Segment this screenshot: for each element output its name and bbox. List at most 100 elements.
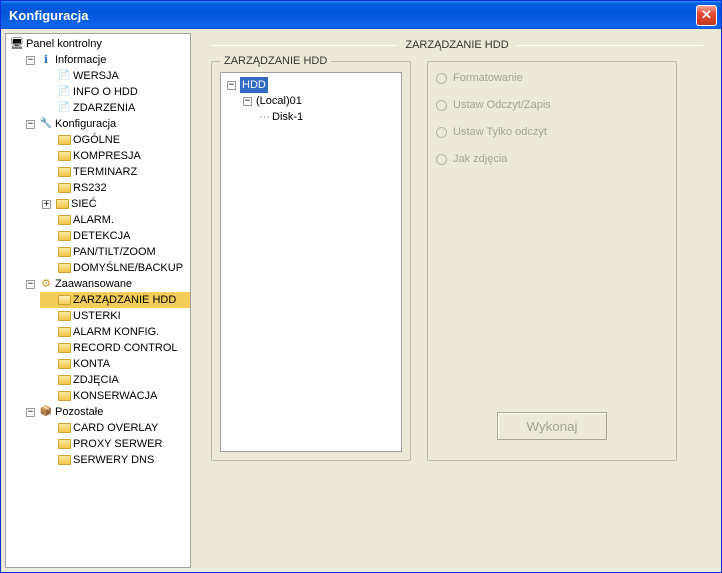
tree-item-usterki[interactable]: USTERKI — [40, 308, 190, 324]
tree-root[interactable]: Panel kontrolny — [8, 36, 190, 52]
tree-label: DETEKCJA — [73, 228, 130, 244]
content-area: Panel kontrolny − Informacje WERSJA INF — [1, 29, 721, 572]
tree-label: OGÓLNE — [73, 132, 120, 148]
folder-icon — [58, 391, 71, 401]
page-icon — [57, 69, 71, 83]
tree-item-hdd-mgmt[interactable]: ZARZĄDZANIE HDD — [40, 292, 190, 308]
page-title: ZARZĄDZANIE HDD — [405, 39, 508, 51]
collapse-icon[interactable]: − — [26, 56, 35, 65]
tree-item-dns[interactable]: SERWERY DNS — [40, 452, 190, 468]
folder-icon — [58, 455, 71, 465]
gear-icon — [39, 277, 53, 291]
folder-icon — [58, 375, 71, 385]
tree-leaf-icon: ··· — [259, 109, 270, 125]
folder-icon — [58, 135, 71, 145]
tree-item-record[interactable]: RECORD CONTROL — [40, 340, 190, 356]
tree-label: ZARZĄDZANIE HDD — [73, 292, 176, 308]
tree-item-zdjecia[interactable]: ZDJĘCIA — [40, 372, 190, 388]
hdd-options-fieldset: Formatowanie Ustaw Odczyt/Zapis Ustaw Ty… — [427, 61, 677, 461]
tree-label: PAN/TILT/ZOOM — [73, 244, 156, 260]
hdd-tree-fieldset: ZARZĄDZANIE HDD − HDD — [211, 61, 411, 461]
tree-label: SERWERY DNS — [73, 452, 154, 468]
tree-item-siec[interactable]: +SIEĆ — [40, 196, 190, 212]
radio-format[interactable]: Formatowanie — [436, 72, 668, 85]
collapse-icon[interactable]: − — [26, 120, 35, 129]
radio-rw[interactable]: Ustaw Odczyt/Zapis — [436, 99, 668, 112]
hdd-local-label: (Local)01 — [256, 93, 302, 109]
tree-label: RECORD CONTROL — [73, 340, 178, 356]
window-title: Konfiguracja — [9, 8, 696, 23]
tree-item-konta[interactable]: KONTA — [40, 356, 190, 372]
hdd-root[interactable]: − HDD — [225, 77, 397, 93]
config-window: Konfiguracja ✕ Panel kontrolny − — [0, 0, 722, 573]
tree-group-info[interactable]: − Informacje — [24, 52, 190, 68]
folder-icon — [58, 215, 71, 225]
tree-item-ptz[interactable]: PAN/TILT/ZOOM — [40, 244, 190, 260]
radio-label: Formatowanie — [453, 72, 523, 85]
tree-label: ZDJĘCIA — [73, 372, 119, 388]
tree-group-konfig[interactable]: − Konfiguracja — [24, 116, 190, 132]
tree-item-proxy[interactable]: PROXY SERWER — [40, 436, 190, 452]
tools-icon — [39, 117, 53, 131]
tree-label: Panel kontrolny — [26, 36, 102, 52]
folder-open-icon — [58, 295, 71, 305]
tree-item-kompresja[interactable]: KOMPRESJA — [40, 148, 190, 164]
tree-label: Zaawansowane — [55, 276, 132, 292]
tree-item-wersja[interactable]: WERSJA — [40, 68, 190, 84]
page-icon — [57, 101, 71, 115]
folder-icon — [58, 183, 71, 193]
collapse-icon[interactable]: − — [26, 280, 35, 289]
radio-icon — [436, 127, 447, 138]
tree-item-alarm-konfig[interactable]: ALARM KONFIG. — [40, 324, 190, 340]
radio-icon — [436, 154, 447, 165]
tree-item-rs232[interactable]: RS232 — [40, 180, 190, 196]
tree-label: INFO O HDD — [73, 84, 138, 100]
folder-icon — [58, 359, 71, 369]
folder-icon — [58, 231, 71, 241]
radio-icon — [436, 100, 447, 111]
radio-label: Ustaw Odczyt/Zapis — [453, 99, 551, 112]
box-icon — [39, 405, 53, 419]
fieldset-legend: ZARZĄDZANIE HDD — [220, 55, 331, 67]
folder-icon — [58, 263, 71, 273]
radio-snapshot[interactable]: Jak zdjęcia — [436, 153, 668, 166]
collapse-icon[interactable]: − — [243, 97, 252, 106]
folder-icon — [58, 439, 71, 449]
expand-icon[interactable]: + — [42, 200, 51, 209]
execute-button[interactable]: Wykonaj — [497, 412, 607, 440]
folder-icon — [58, 247, 71, 257]
tree-item-alarm[interactable]: ALARM. — [40, 212, 190, 228]
tree-item-card[interactable]: CARD OVERLAY — [40, 420, 190, 436]
hdd-root-label: HDD — [240, 77, 268, 93]
tree-group-other[interactable]: − Pozostałe — [24, 404, 190, 420]
folder-icon — [58, 311, 71, 321]
hdd-disk[interactable]: ··· Disk-1 — [257, 109, 397, 125]
tree-label: ZDARZENIA — [73, 100, 135, 116]
close-button[interactable]: ✕ — [696, 5, 717, 26]
radio-ro[interactable]: Ustaw Tylko odczyt — [436, 126, 668, 139]
tree-label: ALARM KONFIG. — [73, 324, 159, 340]
folder-icon — [58, 423, 71, 433]
tree-item-zdarzenia[interactable]: ZDARZENIA — [40, 100, 190, 116]
tree-label: RS232 — [73, 180, 107, 196]
radio-label: Ustaw Tylko odczyt — [453, 126, 547, 139]
main-panel: ZARZĄDZANIE HDD ZARZĄDZANIE HDD − HDD — [197, 33, 717, 568]
tree-item-ogolne[interactable]: OGÓLNE — [40, 132, 190, 148]
nav-tree[interactable]: Panel kontrolny − Informacje WERSJA INF — [5, 33, 191, 568]
collapse-icon[interactable]: − — [227, 81, 236, 90]
hdd-tree[interactable]: − HDD − (Local)01 — [220, 72, 402, 452]
folder-icon — [58, 327, 71, 337]
titlebar[interactable]: Konfiguracja ✕ — [1, 1, 721, 29]
tree-item-detekcja[interactable]: DETEKCJA — [40, 228, 190, 244]
folder-icon — [58, 343, 71, 353]
info-icon — [39, 53, 53, 67]
tree-group-adv[interactable]: − Zaawansowane — [24, 276, 190, 292]
page-icon — [57, 85, 71, 99]
hdd-local[interactable]: − (Local)01 — [241, 93, 397, 109]
tree-item-info-hdd[interactable]: INFO O HDD — [40, 84, 190, 100]
collapse-icon[interactable]: − — [26, 408, 35, 417]
tree-item-terminarz[interactable]: TERMINARZ — [40, 164, 190, 180]
folder-icon — [58, 151, 71, 161]
tree-item-konserwacja[interactable]: KONSERWACJA — [40, 388, 190, 404]
tree-item-domyslne[interactable]: DOMYŚLNE/BACKUP — [40, 260, 190, 276]
